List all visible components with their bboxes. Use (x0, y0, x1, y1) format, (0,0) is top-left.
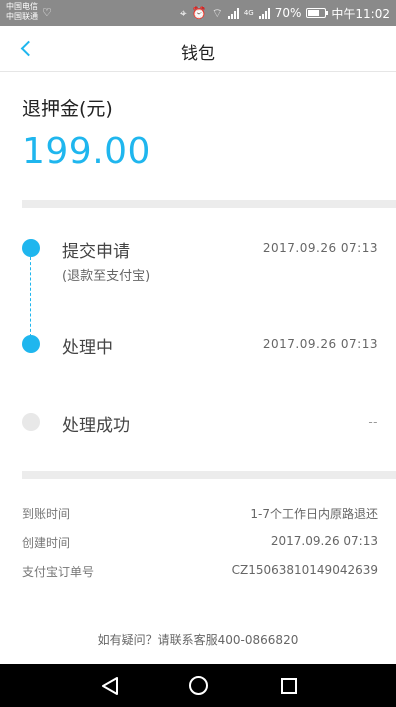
page-title: 钱包 (181, 44, 215, 64)
status-bar: 中国电信 中国联通 ♡ ⌖ ⏰ ⌔ 4G 70% 中午11:02 (0, 0, 396, 26)
timeline-dot-done (22, 335, 40, 353)
carrier-names: 中国电信 中国联通 (6, 2, 38, 22)
alipay-order-value: CZ15063810149042639 (231, 563, 378, 577)
alarm-icon: ⏰ (191, 6, 207, 20)
arrival-time-label: 到账时间 (22, 507, 71, 521)
timeline-connector (30, 257, 31, 337)
timeline-step-time: 2017.09.26 07:13 (262, 241, 378, 255)
timeline-step-title: 处理中 (62, 338, 113, 358)
customer-service-note[interactable]: 如有疑问？请联系客服400-0866820 (0, 631, 396, 648)
battery-fill (308, 10, 320, 16)
signal-icon (227, 7, 239, 19)
timeline-step-time: 2017.09.26 07:13 (262, 337, 378, 351)
section-divider (22, 471, 396, 479)
created-time-label: 创建时间 (22, 536, 71, 550)
timeline-step-title: 处理成功 (62, 416, 130, 436)
timeline-dot-pending (22, 413, 40, 431)
timeline-step-title: 提交申请 (62, 242, 130, 262)
battery-percent: 70% (274, 6, 302, 20)
nav-bar: 钱包 (0, 26, 396, 72)
signal-icon-2 (258, 7, 270, 19)
carrier-1: 中国电信 (6, 2, 38, 11)
wifi-icon: ⌔ (211, 5, 223, 20)
nav-home-icon[interactable] (189, 676, 208, 695)
deposit-amount: 199.00 (22, 131, 151, 172)
deposit-label: 退押金(元) (22, 98, 113, 120)
network-label: 4G (243, 9, 254, 17)
nav-back-icon[interactable] (101, 677, 119, 695)
section-divider (22, 200, 396, 208)
timeline-step-time: -- (368, 415, 378, 429)
created-time-value: 2017.09.26 07:13 (270, 534, 378, 548)
system-nav-bar (0, 664, 396, 707)
nav-recent-apps-icon[interactable] (281, 678, 297, 694)
alipay-order-label: 支付宝订单号 (22, 565, 95, 579)
timeline-step-subtitle: (退款至支付宝) (62, 269, 151, 284)
arrival-time-value: 1-7个工作日内原路退还 (250, 507, 378, 521)
status-icons: ⌖ ⏰ ⌔ 4G 70% 中午11:02 (180, 4, 390, 22)
location-icon: ⌖ (179, 5, 187, 20)
battery-icon (306, 8, 329, 18)
carrier-2: 中国联通 (6, 12, 38, 21)
status-time: 中午11:02 (331, 6, 390, 21)
timeline-dot-done (22, 239, 40, 257)
health-icon: ♡ (42, 6, 52, 19)
